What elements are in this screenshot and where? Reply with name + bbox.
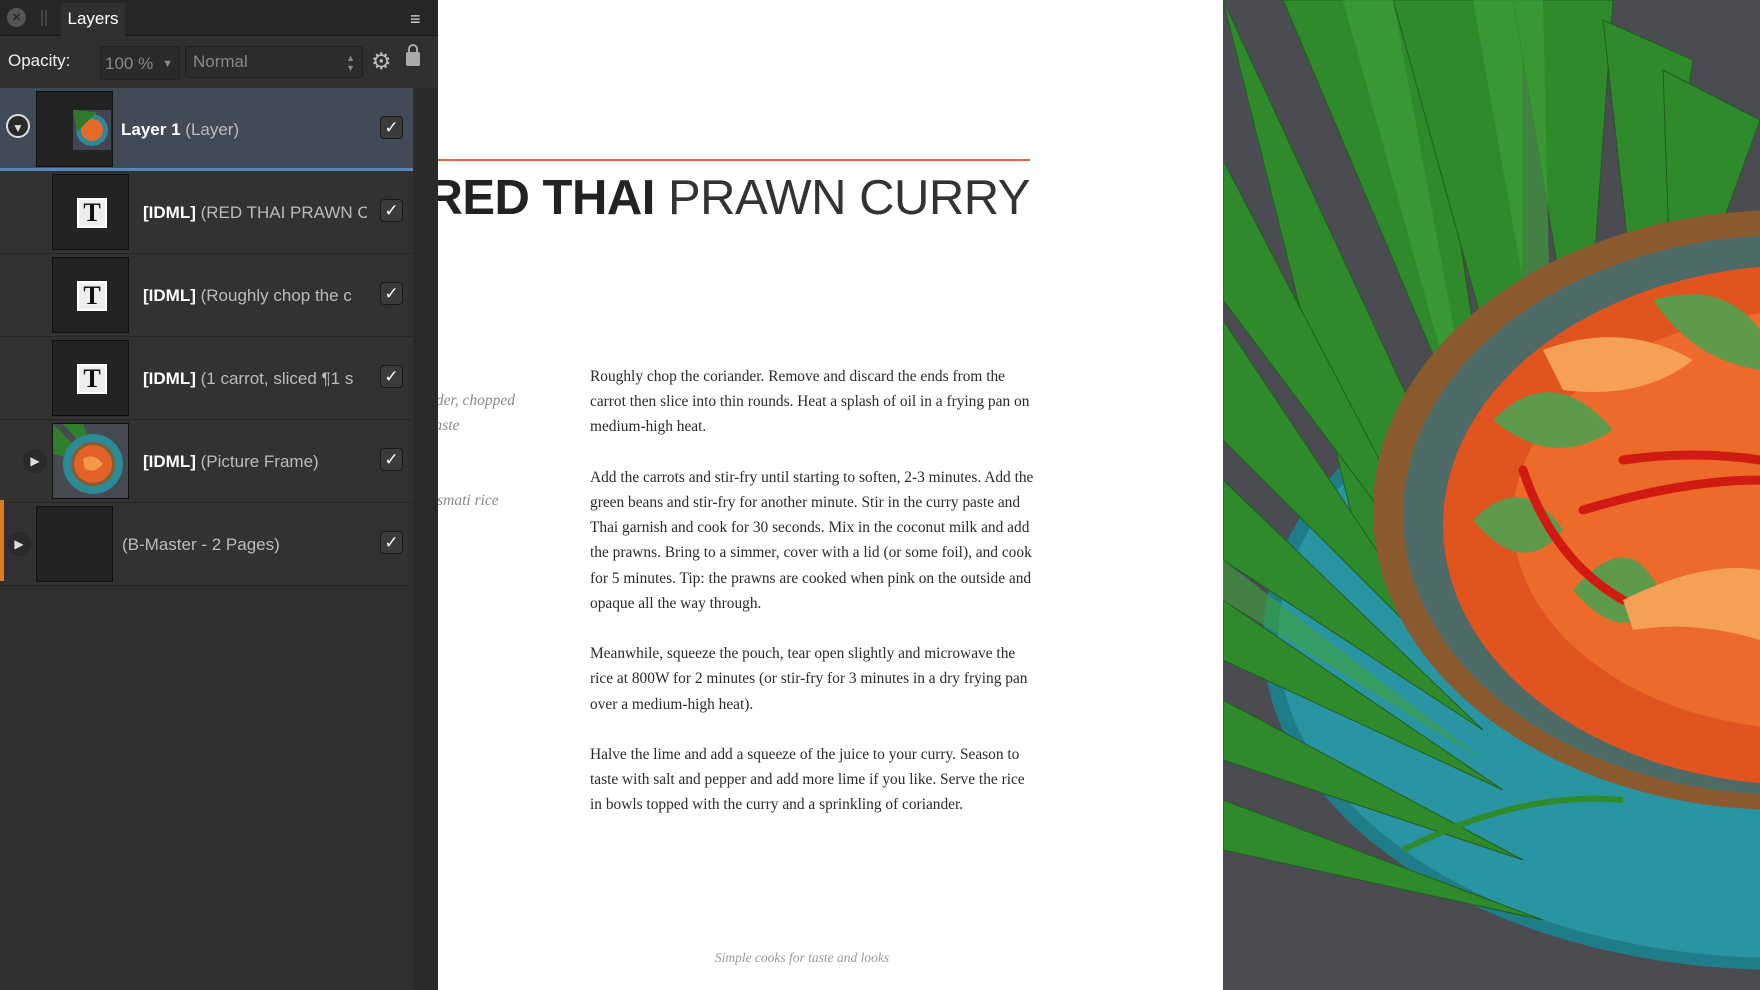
layer-row-idml-ingredients[interactable]: T [IDML] (1 carrot, sliced ¶1 s ✓ (0, 337, 413, 420)
ingredient-line: ry paste (438, 417, 460, 434)
layer-name: [IDML] (143, 369, 196, 388)
expand-arrow-icon[interactable]: ▶ (7, 532, 31, 556)
gear-icon[interactable]: ⚙ (371, 48, 392, 75)
opacity-label: Opacity: (8, 51, 71, 70)
layer-detail: (RED THAI PRAWN C (200, 203, 367, 222)
layer-row-idml-method[interactable]: T [IDML] (Roughly chop the c ✓ (0, 254, 413, 337)
chevron-down-icon: ▼ (162, 58, 173, 70)
title-bold: RED THAI (438, 171, 655, 225)
layer-thumbnail: T (52, 340, 129, 416)
visibility-checkbox[interactable]: ✓ (380, 199, 403, 222)
title-rule (438, 159, 1030, 161)
method-paragraph: Halve the lime and add a squeeze of the … (590, 746, 1025, 814)
lock-icon[interactable] (406, 44, 420, 66)
expand-arrow-icon[interactable]: ▶ (23, 449, 47, 473)
layer-name: [IDML] (143, 203, 196, 222)
layer-name: [IDML] (143, 286, 196, 305)
visibility-checkbox[interactable]: ✓ (380, 282, 403, 305)
layer-row-b-master[interactable]: ▶ (B-Master - 2 Pages) ✓ (0, 503, 413, 586)
tab-layers[interactable]: Layers (61, 3, 125, 37)
visibility-checkbox[interactable]: ✓ (380, 365, 403, 388)
text-frame-icon: T (76, 280, 108, 312)
ingredient-line: ilk (438, 438, 550, 463)
layer-detail: (Layer) (185, 120, 240, 139)
panel-scroll-strip[interactable] (413, 88, 438, 990)
method-text-frame[interactable]: Roughly chop the coriander. Remove and d… (590, 364, 1038, 843)
layer-detail: (Roughly chop the c (200, 286, 352, 305)
stepper-icon: ▲ ▼ (346, 53, 355, 73)
close-panel-icon[interactable]: × (7, 8, 26, 27)
curry-photo (1223, 0, 1760, 990)
layer-detail: (1 carrot, sliced ¶1 s (200, 369, 354, 388)
layer-row-layer-1[interactable]: ▼ Layer 1 (Layer) ✓ (0, 88, 413, 171)
method-paragraph: Add the carrots and stir-fry until start… (590, 468, 1034, 612)
layer-name: [IDML] (143, 452, 196, 471)
layer-detail: (Picture Frame) (200, 452, 319, 471)
title-light: PRAWN CURRY (667, 171, 1031, 225)
layer-detail: (B-Master - 2 Pages) (122, 535, 280, 554)
visibility-checkbox[interactable]: ✓ (380, 116, 403, 139)
document-page[interactable]: RED THAI PRAWN CURRY riander, chopped ry… (438, 0, 1223, 990)
master-indicator (0, 500, 4, 581)
ingredient-line (438, 463, 550, 488)
method-paragraph: Meanwhile, squeeze the pouch, tear open … (590, 645, 1028, 713)
visibility-checkbox[interactable]: ✓ (380, 531, 403, 554)
layer-name: Layer 1 (121, 120, 181, 139)
layer-row-idml-picture-frame[interactable]: ▶ [IDML] (Picture Frame) ✓ (0, 420, 413, 503)
panel-menu-icon[interactable]: ≡ (410, 9, 421, 30)
layer-thumbnail: T (52, 257, 129, 333)
blend-mode-value: Normal (193, 52, 248, 71)
layers-panel: × Layers ≡ Opacity: 100 % ▼ Normal ▲ ▼ ⚙ ▼ … (0, 0, 438, 990)
layer-thumbnail: T (52, 174, 129, 250)
ingredient-line: riander, chopped (438, 392, 516, 409)
text-frame-icon: T (76, 197, 108, 229)
opacity-dropdown[interactable]: 100 % ▼ (100, 46, 180, 80)
text-frame-icon: T (76, 363, 108, 395)
page-title[interactable]: RED THAI PRAWN CURRY (438, 170, 1031, 226)
layer-thumbnail (36, 506, 113, 582)
layer-options-row: Opacity: 100 % ▼ Normal ▲ ▼ ⚙ (0, 36, 438, 88)
layer-list: ▼ Layer 1 (Layer) ✓ T [IDML] (RED THAI P… (0, 88, 413, 586)
blend-mode-select[interactable]: Normal ▲ ▼ (185, 46, 363, 78)
panel-tab-bar: × Layers ≡ (0, 0, 438, 37)
drag-grip-icon[interactable] (41, 10, 47, 26)
visibility-checkbox[interactable]: ✓ (380, 448, 403, 471)
ingredient-line: d basmati rice (438, 492, 499, 509)
curry-picture-frame[interactable] (1223, 0, 1760, 990)
page-footer: Simple cooks for taste and looks (714, 950, 890, 965)
layer-thumbnail (52, 423, 129, 499)
method-paragraph: Roughly chop the coriander. Remove and d… (590, 368, 1030, 436)
layer-row-idml-title[interactable]: T [IDML] (RED THAI PRAWN C ✓ (0, 171, 413, 254)
collapse-arrow-icon[interactable]: ▼ (6, 114, 30, 138)
layer-thumbnail (36, 91, 113, 167)
ingredients-text-frame[interactable]: riander, chopped ry paste ilk d basmati … (438, 388, 550, 513)
opacity-value: 100 % (105, 54, 154, 73)
